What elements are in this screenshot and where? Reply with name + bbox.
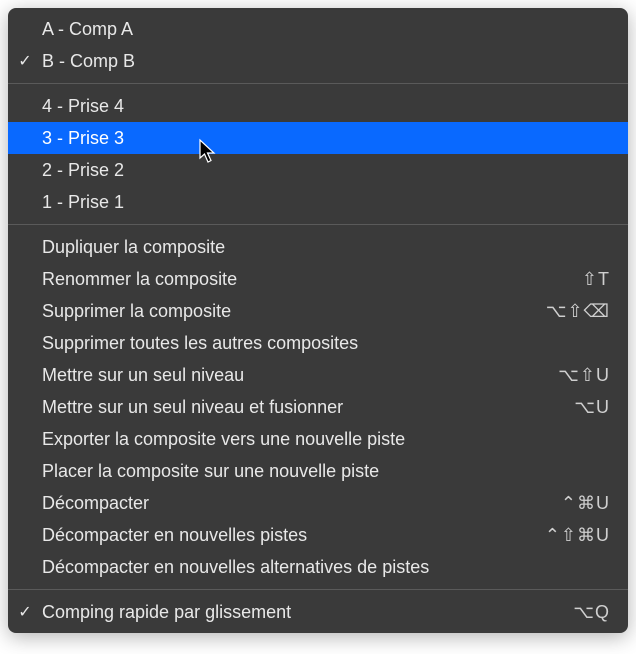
menu-item-label: Mettre sur un seul niveau (42, 365, 558, 386)
menu-item-label: Mettre sur un seul niveau et fusionner (42, 397, 574, 418)
menu-shortcut: ⌃⌘U (561, 493, 610, 514)
menu-item-label: Renommer la composite (42, 269, 582, 290)
menu-shortcut: ⌥Q (573, 602, 610, 623)
menu-shortcut: ⌥⇧U (558, 365, 610, 386)
context-menu: A - Comp A ✓ B - Comp B 4 - Prise 4 3 - … (8, 8, 628, 633)
menu-item-label: B - Comp B (42, 51, 610, 72)
menu-item-take-3[interactable]: 3 - Prise 3 (8, 122, 628, 154)
menu-item-move-new-track[interactable]: Placer la composite sur une nouvelle pis… (8, 455, 628, 487)
menu-item-unpack[interactable]: Décompacter ⌃⌘U (8, 487, 628, 519)
menu-separator (8, 83, 628, 84)
menu-item-take-1[interactable]: 1 - Prise 1 (8, 186, 628, 218)
menu-item-label: Dupliquer la composite (42, 237, 610, 258)
menu-item-delete-other-comps[interactable]: Supprimer toutes les autres composites (8, 327, 628, 359)
menu-item-flatten[interactable]: Mettre sur un seul niveau ⌥⇧U (8, 359, 628, 391)
menu-item-label: Comping rapide par glissement (42, 602, 573, 623)
menu-item-label: 3 - Prise 3 (42, 128, 610, 149)
menu-shortcut: ⌥U (574, 397, 610, 418)
menu-item-label: Supprimer la composite (42, 301, 546, 322)
menu-separator (8, 589, 628, 590)
menu-item-label: Placer la composite sur une nouvelle pis… (42, 461, 610, 482)
menu-shortcut: ⌥⇧⌫ (546, 301, 610, 322)
menu-item-comp-b[interactable]: ✓ B - Comp B (8, 45, 628, 77)
menu-item-label: Décompacter en nouvelles pistes (42, 525, 545, 546)
menu-item-label: Décompacter (42, 493, 561, 514)
menu-item-take-2[interactable]: 2 - Prise 2 (8, 154, 628, 186)
menu-item-rename-comp[interactable]: Renommer la composite ⇧T (8, 263, 628, 295)
menu-shortcut: ⇧T (582, 269, 610, 290)
menu-item-delete-comp[interactable]: Supprimer la composite ⌥⇧⌫ (8, 295, 628, 327)
menu-item-export-new-track[interactable]: Exporter la composite vers une nouvelle … (8, 423, 628, 455)
menu-item-take-4[interactable]: 4 - Prise 4 (8, 90, 628, 122)
menu-item-flatten-merge[interactable]: Mettre sur un seul niveau et fusionner ⌥… (8, 391, 628, 423)
menu-item-duplicate-comp[interactable]: Dupliquer la composite (8, 231, 628, 263)
menu-item-label: 4 - Prise 4 (42, 96, 610, 117)
menu-item-label: Supprimer toutes les autres composites (42, 333, 610, 354)
menu-item-label: 2 - Prise 2 (42, 160, 610, 181)
menu-item-unpack-new-tracks[interactable]: Décompacter en nouvelles pistes ⌃⇧⌘U (8, 519, 628, 551)
menu-item-comp-a[interactable]: A - Comp A (8, 13, 628, 45)
menu-item-label: 1 - Prise 1 (42, 192, 610, 213)
menu-item-unpack-new-alternatives[interactable]: Décompacter en nouvelles alternatives de… (8, 551, 628, 583)
checkmark-icon: ✓ (8, 51, 42, 71)
menu-separator (8, 224, 628, 225)
menu-shortcut: ⌃⇧⌘U (545, 525, 610, 546)
menu-item-label: Décompacter en nouvelles alternatives de… (42, 557, 610, 578)
menu-item-label: Exporter la composite vers une nouvelle … (42, 429, 610, 450)
menu-item-quick-swipe-comping[interactable]: ✓ Comping rapide par glissement ⌥Q (8, 596, 628, 628)
menu-item-label: A - Comp A (42, 19, 610, 40)
checkmark-icon: ✓ (8, 602, 42, 622)
